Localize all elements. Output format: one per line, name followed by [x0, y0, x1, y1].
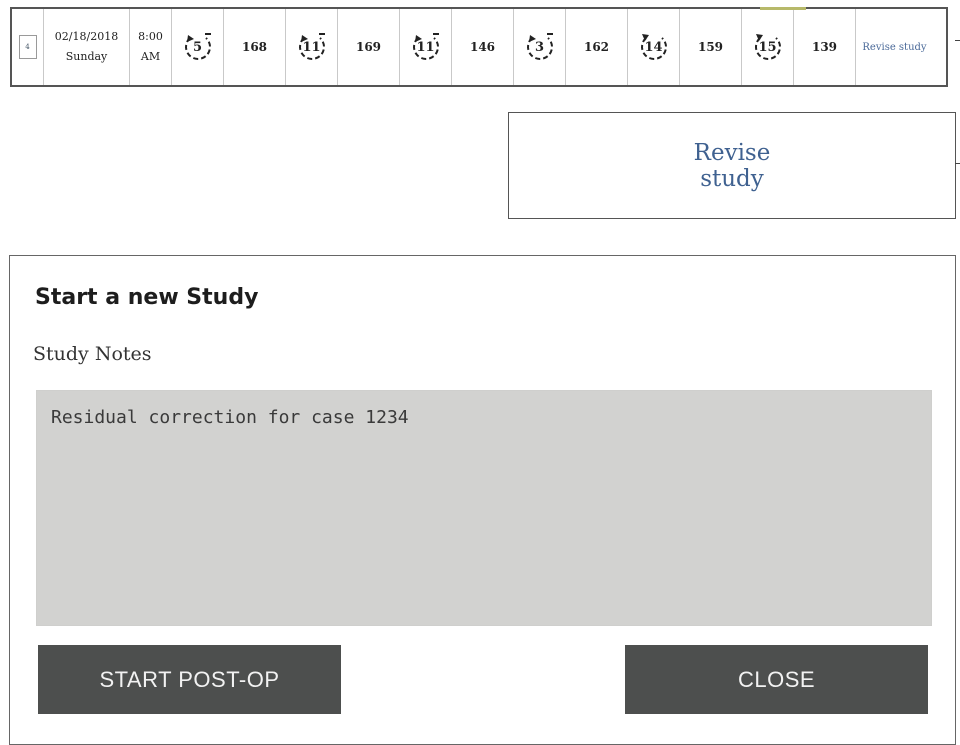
cycle-value-2[interactable]: 169	[338, 9, 400, 85]
cycle-counterclockwise-icon: 5	[182, 31, 214, 63]
study-ampm: AM	[140, 50, 161, 63]
cycle-count: 15	[758, 39, 777, 55]
cycle-value-6[interactable]: 139	[794, 9, 856, 85]
cycle-value-5[interactable]: 159	[680, 9, 742, 85]
cycle-cell-4[interactable]: 3	[514, 9, 566, 85]
revise-study-link[interactable]: Revise study	[856, 9, 933, 85]
study-notes-input[interactable]: Residual correction for case 1234	[36, 390, 932, 626]
study-date: 02/18/2018	[54, 30, 119, 43]
revise-study-label: Revise study	[693, 139, 771, 192]
cycle-counterclockwise-icon: 11	[296, 31, 328, 63]
cycle-value-1[interactable]: 168	[224, 9, 286, 85]
selection-accent	[760, 7, 806, 10]
study-row[interactable]: 4 02/18/2018 Sunday 8:00 AM 5 168 11 169…	[10, 7, 948, 87]
cycle-count: 3	[534, 39, 545, 55]
time-cell: 8:00 AM	[130, 9, 172, 85]
cycle-cell-6[interactable]: 15	[742, 9, 794, 85]
new-study-dialog: Start a new Study Study Notes Residual c…	[9, 255, 956, 745]
revise-study-button[interactable]: Revise study	[508, 112, 956, 219]
cycle-count: 5	[192, 39, 203, 55]
divider	[955, 40, 960, 41]
row-index[interactable]: 4	[18, 35, 37, 59]
cycle-clockwise-icon: 14	[638, 31, 670, 63]
close-button[interactable]: CLOSE	[625, 645, 928, 714]
cycle-count: 14	[644, 39, 663, 55]
cycle-counterclockwise-icon: 3	[524, 31, 556, 63]
study-time: 8:00	[138, 30, 163, 43]
cycle-value-3[interactable]: 146	[452, 9, 514, 85]
divider	[955, 163, 960, 164]
dialog-title: Start a new Study	[35, 285, 259, 310]
cycle-value-4[interactable]: 162	[566, 9, 628, 85]
cycle-clockwise-icon: 15	[752, 31, 784, 63]
cycle-count: 11	[302, 39, 321, 55]
cycle-counterclockwise-icon: 11	[410, 31, 442, 63]
study-weekday: Sunday	[65, 50, 108, 63]
date-cell: 02/18/2018 Sunday	[44, 9, 130, 85]
cycle-cell-5[interactable]: 14	[628, 9, 680, 85]
cycle-cell-3[interactable]: 11	[400, 9, 452, 85]
cycle-cell-2[interactable]: 11	[286, 9, 338, 85]
row-index-cell: 4	[12, 9, 44, 85]
study-notes-label: Study Notes	[33, 343, 152, 365]
cycle-count: 11	[416, 39, 435, 55]
start-post-op-button[interactable]: START POST-OP	[38, 645, 341, 714]
cycle-cell-1[interactable]: 5	[172, 9, 224, 85]
